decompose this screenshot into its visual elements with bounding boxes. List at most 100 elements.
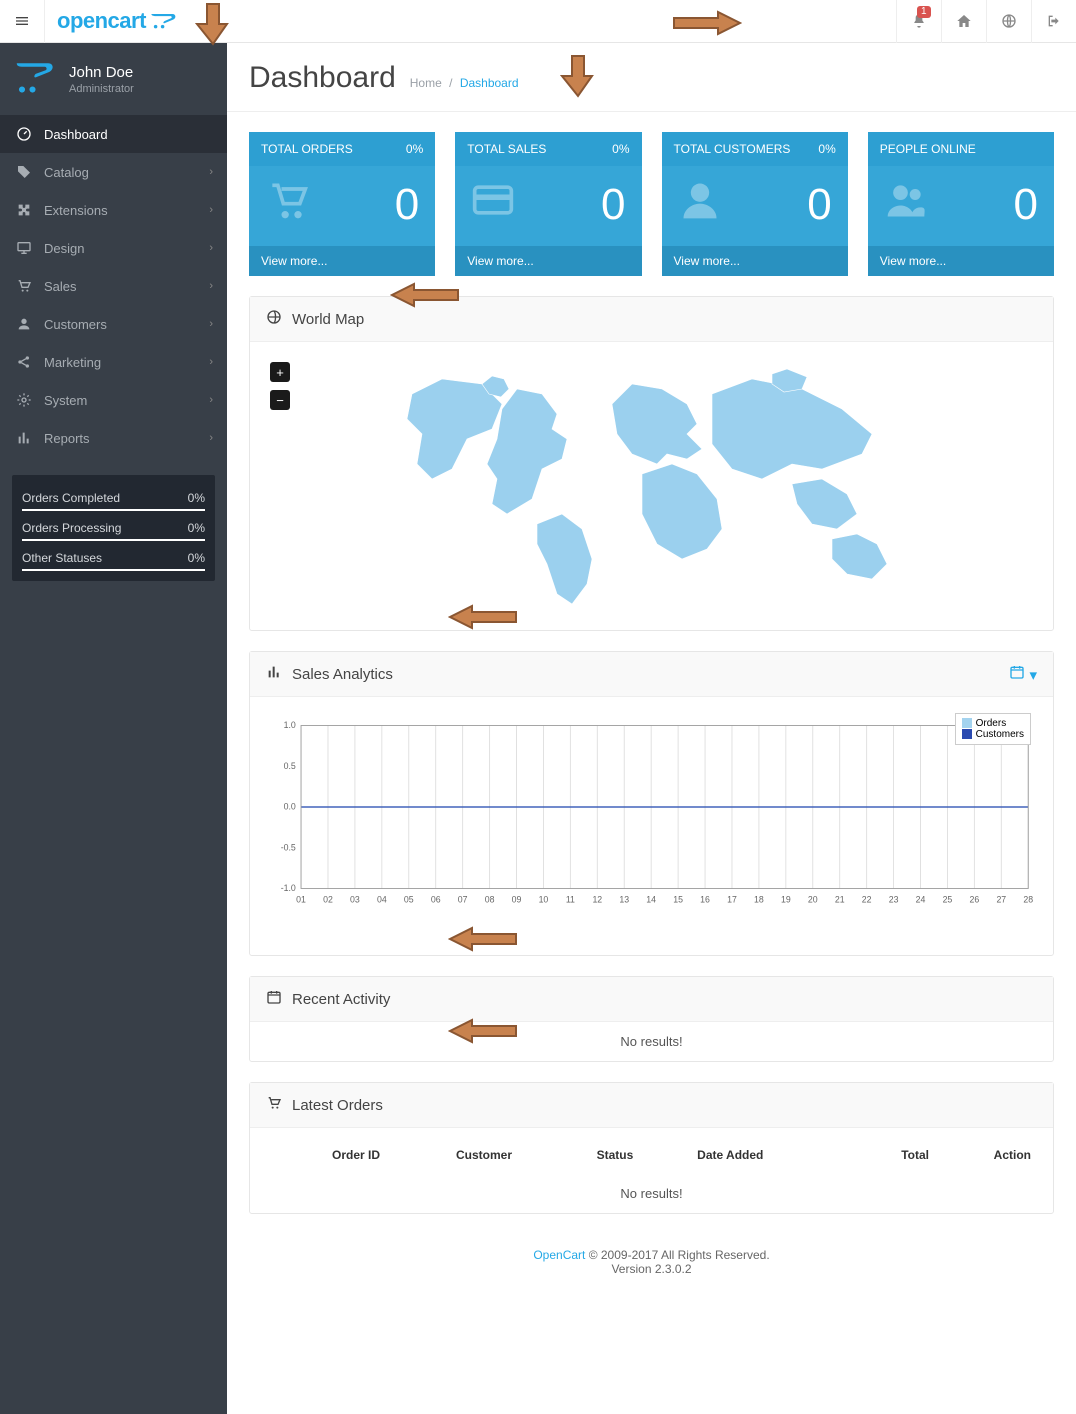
puzzle-icon <box>14 202 34 218</box>
tile-viewmore[interactable]: View more... <box>455 246 641 276</box>
orders-empty: No results! <box>250 1174 1053 1213</box>
sidebar-stats-panel: Orders Completed0% Orders Processing 0% O… <box>12 475 215 581</box>
calendar-toggle[interactable]: ▾ <box>1009 664 1037 684</box>
panel-recent-activity: Recent Activity No results! <box>249 976 1054 1062</box>
sidebar-item-system[interactable]: System› <box>0 381 227 419</box>
sidebar-label: Sales <box>44 279 77 294</box>
svg-text:03: 03 <box>350 894 360 904</box>
sidebar-label: Customers <box>44 317 107 332</box>
page-title: Dashboard <box>249 61 396 95</box>
sidebar-nav: Dashboard Catalog › Extensions› Design › S… <box>0 115 227 457</box>
sidebar-item-customers[interactable]: Customers › <box>0 305 227 343</box>
user-icon <box>678 178 722 232</box>
store-front-button[interactable] <box>986 0 1031 43</box>
tile-people-online: PEOPLE ONLINE 0 View more... <box>868 132 1054 276</box>
tile-pct: 0% <box>612 142 629 156</box>
topbar-right: 1 <box>896 0 1076 43</box>
brand-logo[interactable]: opencart <box>45 8 178 34</box>
tile-viewmore[interactable]: View more... <box>868 246 1054 276</box>
tile-total-customers: TOTAL CUSTOMERS0% 0 View more... <box>662 132 848 276</box>
stat-label: Orders Processing <box>22 521 121 535</box>
logout-icon <box>1046 13 1062 29</box>
home-button[interactable] <box>941 0 986 43</box>
footer-version: Version 2.3.0.2 <box>241 1262 1062 1276</box>
creditcard-icon <box>471 178 515 232</box>
sidebar-label: Catalog <box>44 165 89 180</box>
sidebar-item-catalog[interactable]: Catalog › <box>0 153 227 191</box>
gear-icon <box>14 392 34 408</box>
dashboard-icon <box>14 126 34 142</box>
sidebar-label: Marketing <box>44 355 101 370</box>
stat-value: 0% <box>188 491 205 505</box>
menu-toggle-button[interactable] <box>0 0 45 43</box>
notification-badge: 1 <box>917 6 931 18</box>
col-order-id: Order ID <box>326 1140 450 1170</box>
sidebar-label: Design <box>44 241 84 256</box>
svg-text:02: 02 <box>323 894 333 904</box>
footer-brand-link[interactable]: OpenCart <box>533 1248 585 1262</box>
svg-text:0.5: 0.5 <box>284 761 296 771</box>
profile-name: John Doe <box>69 64 134 81</box>
svg-text:01: 01 <box>296 894 306 904</box>
sidebar-item-reports[interactable]: Reports › <box>0 419 227 457</box>
col-customer: Customer <box>450 1140 591 1170</box>
svg-text:06: 06 <box>431 894 441 904</box>
tile-total-sales: TOTAL SALES0% 0 View more... <box>455 132 641 276</box>
map-zoom-out[interactable]: − <box>270 390 290 410</box>
tile-viewmore[interactable]: View more... <box>662 246 848 276</box>
tile-viewmore[interactable]: View more... <box>249 246 435 276</box>
svg-text:20: 20 <box>808 894 818 904</box>
sidebar-label: System <box>44 393 87 408</box>
stat-row: Orders Completed0% <box>22 481 205 511</box>
stat-value: 0% <box>188 521 205 535</box>
top-bar: opencart 1 <box>0 0 1076 43</box>
chevron-right-icon: › <box>209 166 213 178</box>
world-map[interactable] <box>352 354 952 614</box>
page-header: Dashboard Home / Dashboard <box>227 43 1076 112</box>
notifications-button[interactable]: 1 <box>896 0 941 43</box>
sidebar-label: Reports <box>44 431 90 446</box>
tag-icon <box>14 164 34 180</box>
footer: OpenCart © 2009-2017 All Rights Reserved… <box>227 1234 1076 1290</box>
svg-text:18: 18 <box>754 894 764 904</box>
stat-row: Other Statuses0% <box>22 541 205 571</box>
brand-cart-icon <box>150 12 178 30</box>
col-status: Status <box>591 1140 692 1170</box>
panel-title: Recent Activity <box>292 991 390 1008</box>
chevron-right-icon: › <box>209 242 213 254</box>
footer-rights: © 2009-2017 All Rights Reserved. <box>585 1248 769 1262</box>
sidebar-item-dashboard[interactable]: Dashboard <box>0 115 227 153</box>
svg-text:24: 24 <box>916 894 926 904</box>
profile-role: Administrator <box>69 83 134 95</box>
sidebar-item-design[interactable]: Design › <box>0 229 227 267</box>
chevron-right-icon: › <box>209 280 213 292</box>
desktop-icon <box>14 240 34 256</box>
chevron-right-icon: › <box>209 318 213 330</box>
tile-value: 0 <box>807 180 831 230</box>
brand-text: opencart <box>57 8 146 34</box>
user-icon <box>14 316 34 332</box>
svg-text:07: 07 <box>458 894 468 904</box>
stats-tiles: TOTAL ORDERS0% 0 View more... TOTAL SALE… <box>227 112 1076 296</box>
panel-world-map: World Map + − <box>249 296 1054 631</box>
crumb-current[interactable]: Dashboard <box>460 76 519 90</box>
tile-value: 0 <box>1014 180 1038 230</box>
svg-text:10: 10 <box>539 894 549 904</box>
chevron-right-icon: › <box>209 432 213 444</box>
cart-icon <box>266 1095 282 1115</box>
sidebar-item-marketing[interactable]: Marketing› <box>0 343 227 381</box>
sidebar-item-sales[interactable]: Sales › <box>0 267 227 305</box>
globe-icon <box>1001 13 1017 29</box>
calendar-icon <box>266 989 282 1009</box>
map-zoom-in[interactable]: + <box>270 362 290 382</box>
panel-sales-analytics: Sales Analytics ▾ -1.0-0.50.00.51.001020… <box>249 651 1054 956</box>
stat-value: 0% <box>188 551 205 565</box>
col-date: Date Added <box>691 1140 853 1170</box>
globe-icon <box>266 309 282 329</box>
logout-button[interactable] <box>1031 0 1076 43</box>
cart-icon <box>265 178 309 232</box>
crumb-home[interactable]: Home <box>410 76 442 90</box>
svg-text:25: 25 <box>943 894 953 904</box>
panel-title: Sales Analytics <box>292 666 393 683</box>
sidebar-item-extensions[interactable]: Extensions› <box>0 191 227 229</box>
